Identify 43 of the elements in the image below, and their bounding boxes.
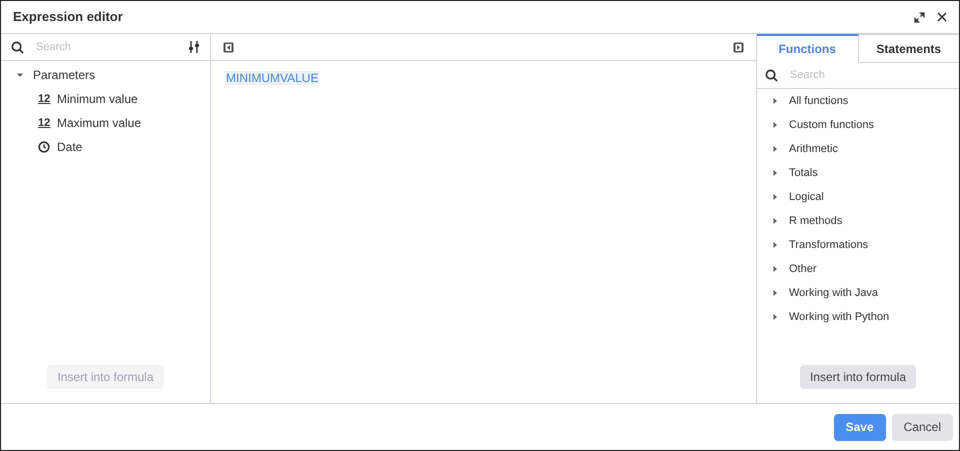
category-item[interactable]: All functions <box>789 92 848 110</box>
category-item[interactable]: Logical <box>789 188 824 206</box>
number-type-icon: 12 <box>38 118 50 128</box>
category-item[interactable]: Totals <box>789 164 818 182</box>
caret-icon[interactable] <box>772 266 778 272</box>
insert-into-formula-button[interactable]: Insert into formula <box>800 365 916 389</box>
tree-item[interactable]: Parameters <box>33 66 96 84</box>
caret-icon[interactable] <box>772 170 778 176</box>
collapse-right-icon[interactable] <box>733 42 744 52</box>
caret-icon[interactable] <box>772 98 778 104</box>
category-item[interactable]: Other <box>789 260 817 278</box>
caret-icon[interactable] <box>772 194 778 200</box>
category-item[interactable]: Transformations <box>789 236 868 254</box>
search-icon <box>765 69 778 82</box>
tree-item[interactable]: Date <box>57 138 82 156</box>
category-item[interactable]: Arithmetic <box>789 140 838 158</box>
tree-item[interactable]: Maximum value <box>57 114 142 132</box>
caret-icon[interactable] <box>17 72 23 78</box>
search-field[interactable]: Search <box>790 67 951 84</box>
tab[interactable]: Statements <box>858 34 959 63</box>
expand-icon[interactable] <box>914 12 925 22</box>
search-icon <box>11 40 24 54</box>
caret-icon[interactable] <box>772 146 778 152</box>
category-item[interactable]: Working with Python <box>789 308 890 326</box>
sliders-icon[interactable] <box>188 41 200 53</box>
formula-text: MINIMUMVALUE <box>225 71 320 85</box>
clock-icon <box>38 141 50 153</box>
tab[interactable]: Functions <box>757 34 858 63</box>
number-type-icon: 12 <box>38 94 50 104</box>
category-item[interactable]: Custom functions <box>789 116 874 134</box>
close-icon[interactable] <box>937 12 947 22</box>
category-item[interactable]: Working with Java <box>789 284 878 302</box>
caret-icon[interactable] <box>772 122 778 128</box>
cancel-button[interactable]: Cancel <box>892 414 953 440</box>
caret-icon[interactable] <box>772 218 778 224</box>
caret-icon[interactable] <box>772 290 778 296</box>
window-title: Expression editor <box>13 8 123 26</box>
collapse-left-icon[interactable] <box>223 42 234 52</box>
tree-item[interactable]: Minimum value <box>57 90 138 108</box>
caret-icon[interactable] <box>772 242 778 248</box>
category-item[interactable]: R methods <box>789 212 842 230</box>
caret-icon[interactable] <box>772 314 778 320</box>
search-field[interactable]: Search <box>36 38 176 56</box>
